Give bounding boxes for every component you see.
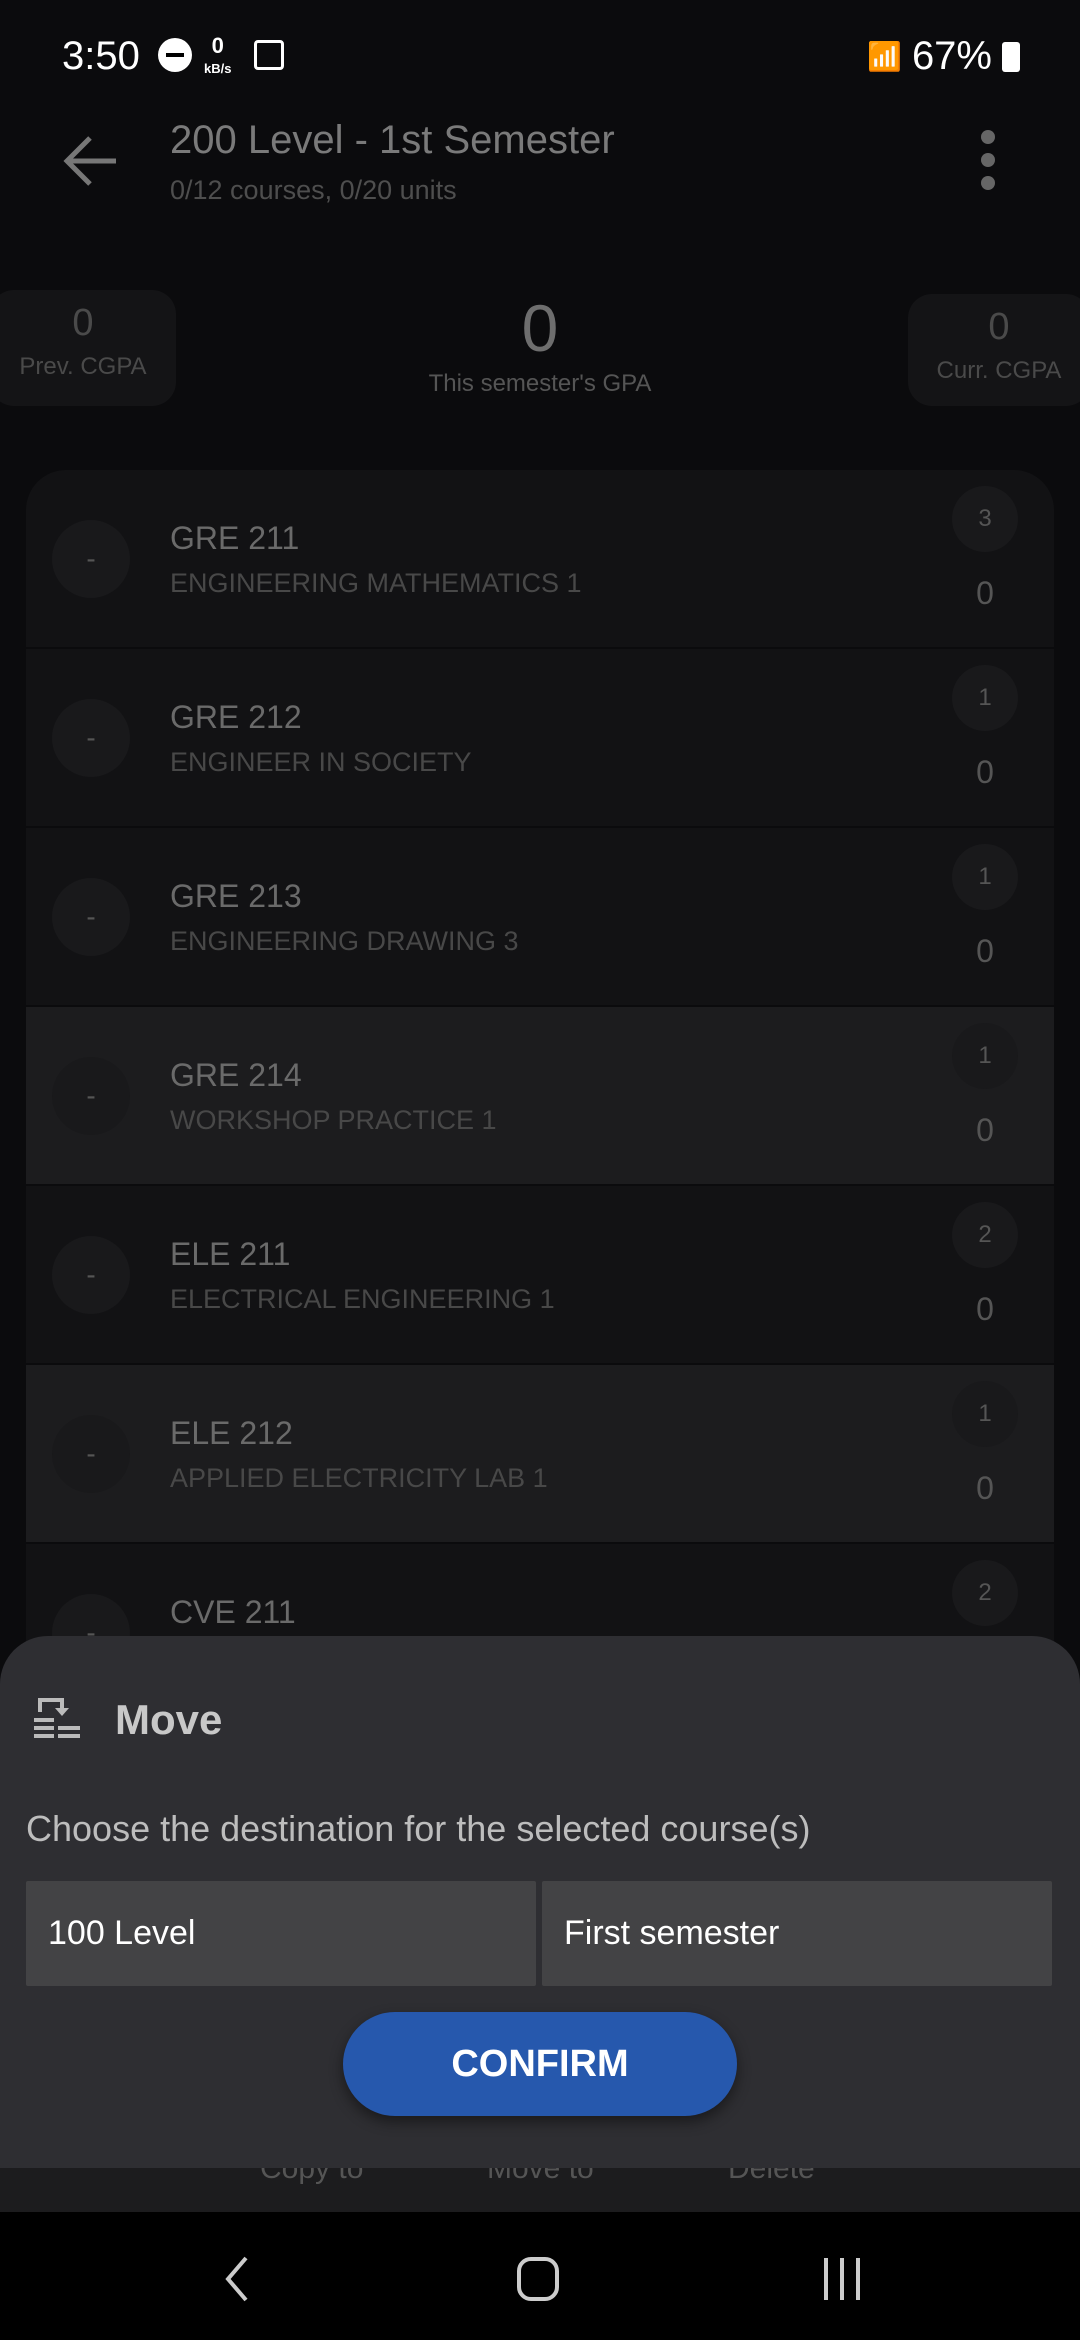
page-subtitle: 0/12 courses, 0/20 units [170, 175, 457, 205]
status-time: 3:50 [62, 34, 140, 78]
semester-gpa: 0 This semester's GPA [390, 290, 690, 398]
nav-back-icon[interactable] [222, 2254, 252, 2304]
semester-select[interactable]: First semester [542, 1881, 1052, 1986]
nav-recents-icon[interactable] [820, 2254, 866, 2304]
course-units: 1 [952, 665, 1018, 731]
sheet-title: Move [115, 1696, 223, 1743]
grade-badge: - [52, 1415, 130, 1493]
grade-badge: - [52, 699, 130, 777]
semester-gpa-value: 0 [521, 291, 559, 365]
move-bottom-sheet: Move Choose the destination for the sele… [0, 1636, 1080, 2168]
grade-badge: - [52, 520, 130, 598]
course-units: 1 [952, 1023, 1018, 1089]
course-score: 0 [976, 933, 994, 969]
semester-gpa-label: This semester's GPA [428, 370, 652, 397]
course-row[interactable]: - GRE 211 ENGINEERING MATHEMATICS 1 3 0 [26, 470, 1054, 649]
level-select[interactable]: 100 Level [26, 1881, 536, 1986]
course-code: GRE 213 [170, 878, 302, 914]
course-row[interactable]: - GRE 214 WORKSHOP PRACTICE 1 1 0 [26, 1007, 1054, 1186]
back-arrow-icon[interactable] [60, 130, 122, 192]
course-units: 1 [952, 1381, 1018, 1447]
grade-badge: - [52, 1057, 130, 1135]
net-speed-value: 0 [211, 33, 224, 58]
status-bar: 3:50 0 kB/s 📶 67% [0, 0, 1080, 110]
system-nav-bar [0, 2212, 1080, 2340]
move-icon [34, 1698, 80, 1738]
course-code: GRE 214 [170, 1057, 302, 1093]
net-speed-unit: kB/s [204, 61, 232, 76]
course-score: 0 [976, 1470, 994, 1506]
course-row[interactable]: - GRE 212 ENGINEER IN SOCIETY 1 0 [26, 649, 1054, 828]
prev-cgpa-value: 0 [72, 302, 94, 344]
course-score: 0 [976, 1291, 994, 1327]
course-name: APPLIED ELECTRICITY LAB 1 [170, 1463, 548, 1493]
course-name: ELECTRICAL ENGINEERING 1 [170, 1284, 555, 1314]
battery-icon [1002, 41, 1020, 72]
course-row[interactable]: - ELE 212 APPLIED ELECTRICITY LAB 1 1 0 [26, 1365, 1054, 1544]
grade-badge: - [52, 878, 130, 956]
wifi-icon: 📶 [867, 41, 902, 72]
sheet-description: Choose the destination for the selected … [26, 1808, 811, 1849]
course-row[interactable]: - ELE 211 ELECTRICAL ENGINEERING 1 2 0 [26, 1186, 1054, 1365]
course-score: 0 [976, 1112, 994, 1148]
curr-cgpa-value: 0 [988, 306, 1010, 348]
course-units: 2 [952, 1560, 1018, 1626]
curr-cgpa-label: Curr. CGPA [936, 357, 1062, 384]
course-score: 0 [976, 754, 994, 790]
course-units: 1 [952, 844, 1018, 910]
confirm-button[interactable]: CONFIRM [343, 2012, 737, 2116]
course-code: CVE 211 [170, 1594, 296, 1630]
course-name: ENGINEERING DRAWING 3 [170, 926, 519, 956]
course-code: ELE 211 [170, 1236, 291, 1272]
course-list: - GRE 211 ENGINEERING MATHEMATICS 1 3 0-… [26, 470, 1054, 1723]
course-score: 0 [976, 575, 994, 611]
course-code: ELE 212 [170, 1415, 293, 1451]
course-name: ENGINEERING MATHEMATICS 1 [170, 568, 582, 598]
dnd-icon [158, 38, 192, 72]
course-units: 3 [952, 486, 1018, 552]
course-name: ENGINEER IN SOCIETY [170, 747, 472, 777]
course-units: 2 [952, 1202, 1018, 1268]
course-code: GRE 211 [170, 520, 300, 556]
grade-badge: - [52, 1236, 130, 1314]
course-code: GRE 212 [170, 699, 302, 735]
course-name: WORKSHOP PRACTICE 1 [170, 1105, 497, 1135]
page-title: 200 Level - 1st Semester [170, 118, 615, 162]
nav-home-icon[interactable] [516, 2256, 562, 2302]
course-row[interactable]: - GRE 213 ENGINEERING DRAWING 3 1 0 [26, 828, 1054, 1007]
status-right: 📶 67% [867, 34, 1020, 79]
image-icon [254, 40, 284, 70]
curr-cgpa-card: 0 Curr. CGPA [908, 294, 1080, 406]
more-options-icon[interactable] [970, 130, 1006, 190]
prev-cgpa-card: 0 Prev. CGPA [0, 290, 176, 406]
battery-percent: 67% [911, 34, 992, 78]
prev-cgpa-label: Prev. CGPA [19, 353, 147, 380]
net-speed: 0 kB/s [204, 33, 232, 79]
